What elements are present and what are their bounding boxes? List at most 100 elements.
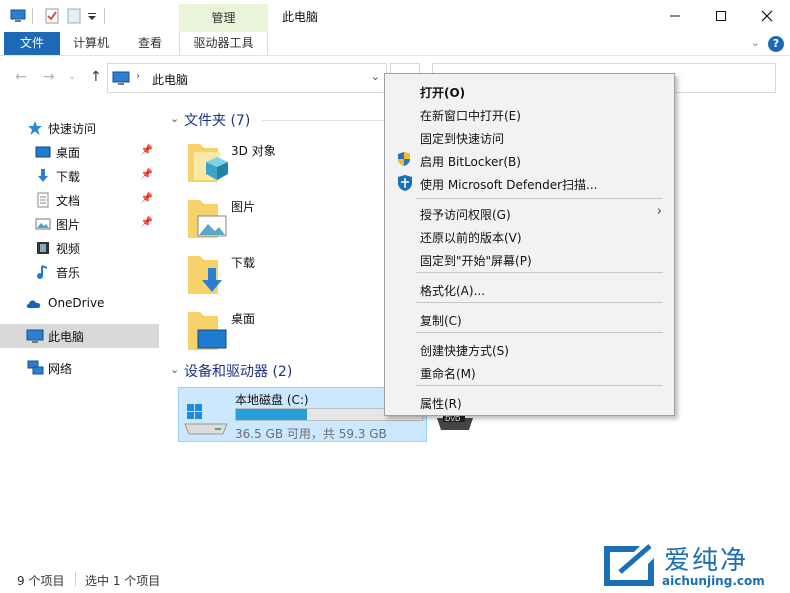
menu-item-copy[interactable]: 复制(C) xyxy=(385,307,674,330)
address-bar[interactable]: › 此电脑 ⌄ xyxy=(107,63,387,93)
folder-name: 下载 xyxy=(231,256,256,270)
menu-item-grant-access[interactable]: 授予访问权限(G) › xyxy=(385,201,674,224)
defender-shield-icon xyxy=(396,174,412,191)
music-note-icon xyxy=(35,264,51,280)
menu-separator xyxy=(416,198,663,199)
pin-icon[interactable]: 📌 xyxy=(141,193,153,204)
menu-item-label: 格式化(A)... xyxy=(420,284,486,298)
menu-separator xyxy=(416,272,663,273)
folder-name: 3D 对象 xyxy=(231,144,276,158)
watermark: 爱纯净 aichunjing.com xyxy=(598,540,788,593)
sidebar-item-label: 视频 xyxy=(56,242,81,256)
menu-item-rename[interactable]: 重命名(M) xyxy=(385,360,674,383)
pin-icon[interactable]: 📌 xyxy=(141,217,153,228)
close-button[interactable] xyxy=(744,0,790,32)
desktop-icon xyxy=(35,144,51,160)
sidebar-item-desktop[interactable]: 桌面 📌 xyxy=(0,140,159,164)
sidebar-item-label: 快速访问 xyxy=(48,122,97,136)
minimize-icon xyxy=(670,15,680,17)
sidebar-item-label: 下载 xyxy=(56,170,81,184)
close-icon xyxy=(761,10,773,22)
menu-item-label: 固定到"开始"屏幕(P) xyxy=(420,254,532,268)
menu-item-create-shortcut[interactable]: 创建快捷方式(S) xyxy=(385,337,674,360)
sidebar-item-label: 文档 xyxy=(56,194,81,208)
sidebar-item-label: OneDrive xyxy=(48,296,105,310)
sidebar-item-quick-access[interactable]: 快速访问 xyxy=(0,116,159,140)
watermark-title: 爱纯净 xyxy=(664,546,749,576)
sidebar-item-pictures[interactable]: 图片 📌 xyxy=(0,212,159,236)
breadcrumb-chevron-icon: › xyxy=(136,71,140,82)
sidebar-item-network[interactable]: 网络 xyxy=(0,356,159,380)
watermark-logo-icon xyxy=(600,542,658,593)
ribbon-tabs: 文件 计算机 查看 驱动器工具 ⌄ ? xyxy=(0,32,790,56)
menu-item-label: 还原以前的版本(V) xyxy=(420,231,522,245)
tab-manage[interactable]: 管理 xyxy=(179,4,268,32)
menu-item-open[interactable]: 打开(O) xyxy=(385,79,674,102)
sidebar-item-label: 图片 xyxy=(56,218,81,232)
sidebar-item-videos[interactable]: 视频 xyxy=(0,236,159,260)
expand-ribbon-icon[interactable]: ⌄ xyxy=(751,36,760,49)
sidebar-item-downloads[interactable]: 下载 📌 xyxy=(0,164,159,188)
back-arrow-icon[interactable]: ← xyxy=(15,69,27,85)
tab-computer[interactable]: 计算机 xyxy=(73,32,109,55)
help-icon[interactable]: ? xyxy=(768,36,784,52)
menu-item-bitlocker[interactable]: 启用 BitLocker(B) xyxy=(385,148,674,171)
folder-desktop[interactable]: 桌面 xyxy=(184,306,384,356)
divider xyxy=(104,8,105,24)
sidebar-item-this-pc[interactable]: 此电脑 xyxy=(0,324,159,348)
watermark-url: aichunjing.com xyxy=(662,574,765,588)
pin-icon[interactable]: 📌 xyxy=(141,169,153,180)
menu-item-open-new-window[interactable]: 在新窗口中打开(E) xyxy=(385,102,674,125)
maximize-icon xyxy=(716,11,726,21)
recent-dropdown-icon[interactable]: ⌄ xyxy=(68,71,76,82)
breadcrumb[interactable]: 此电脑 xyxy=(152,71,188,88)
folder-downloads[interactable]: 下载 xyxy=(184,250,384,300)
local-disk-icon xyxy=(183,400,229,441)
tab-view[interactable]: 查看 xyxy=(138,32,162,55)
tab-file[interactable]: 文件 xyxy=(4,32,60,55)
menu-item-pin-quick-access[interactable]: 固定到快速访问 xyxy=(385,125,674,148)
computer-icon[interactable] xyxy=(10,8,26,24)
download-arrow-icon xyxy=(35,168,51,184)
3d-objects-folder-icon xyxy=(184,140,228,189)
menu-item-properties[interactable]: 属性(R) xyxy=(385,390,674,413)
pin-icon[interactable]: 📌 xyxy=(141,145,153,156)
navigation-pane: 快速访问 桌面 📌 下载 📌 文档 📌 图片 📌 视频 音乐 OneDrive … xyxy=(0,100,162,565)
menu-item-label: 授予访问权限(G) xyxy=(420,208,511,222)
maximize-button[interactable] xyxy=(698,0,744,32)
folder-3d-objects[interactable]: 3D 对象 xyxy=(184,138,384,188)
group-header-folders[interactable]: 文件夹 (7) xyxy=(184,110,250,130)
address-dropdown-icon[interactable]: ⌄ xyxy=(371,70,380,83)
menu-item-format[interactable]: 格式化(A)... xyxy=(385,277,674,300)
menu-item-label: 固定到快速访问 xyxy=(420,132,505,146)
downloads-folder-icon xyxy=(184,252,228,301)
minimize-button[interactable] xyxy=(652,0,698,32)
customize-dropdown-icon[interactable] xyxy=(86,8,102,24)
sidebar-item-label: 网络 xyxy=(48,362,73,376)
folder-pictures[interactable]: 图片 xyxy=(184,194,384,244)
context-menu: 打开(O) 在新窗口中打开(E) 固定到快速访问 启用 BitLocker(B)… xyxy=(384,73,675,416)
document-icon xyxy=(35,192,51,208)
forward-arrow-icon[interactable]: → xyxy=(43,69,55,85)
sidebar-item-onedrive[interactable]: OneDrive xyxy=(0,292,159,316)
menu-item-pin-start[interactable]: 固定到"开始"屏幕(P) xyxy=(385,247,674,270)
menu-item-label: 在新窗口中打开(E) xyxy=(420,109,521,123)
tab-drive-tools[interactable]: 驱动器工具 xyxy=(179,32,268,55)
menu-item-defender-scan[interactable]: 使用 Microsoft Defender扫描... xyxy=(385,171,674,194)
menu-item-label: 创建快捷方式(S) xyxy=(420,344,509,358)
new-folder-icon[interactable] xyxy=(66,8,82,24)
menu-item-restore-versions[interactable]: 还原以前的版本(V) xyxy=(385,224,674,247)
sidebar-item-documents[interactable]: 文档 📌 xyxy=(0,188,159,212)
collapse-chevron-icon[interactable]: ⌄ xyxy=(170,363,179,376)
collapse-chevron-icon[interactable]: ⌄ xyxy=(170,112,179,125)
item-count: 9 个项目 xyxy=(17,574,65,588)
properties-check-icon[interactable] xyxy=(44,8,60,24)
divider xyxy=(262,120,384,121)
menu-item-label: 属性(R) xyxy=(420,397,462,411)
sidebar-item-music[interactable]: 音乐 xyxy=(0,260,159,284)
group-header-devices[interactable]: 设备和驱动器 (2) xyxy=(184,361,292,381)
divider xyxy=(32,8,33,24)
up-arrow-icon[interactable]: ↑ xyxy=(90,69,102,85)
sidebar-item-label: 桌面 xyxy=(56,146,81,160)
selected-count: 选中 1 个项目 xyxy=(85,574,161,588)
